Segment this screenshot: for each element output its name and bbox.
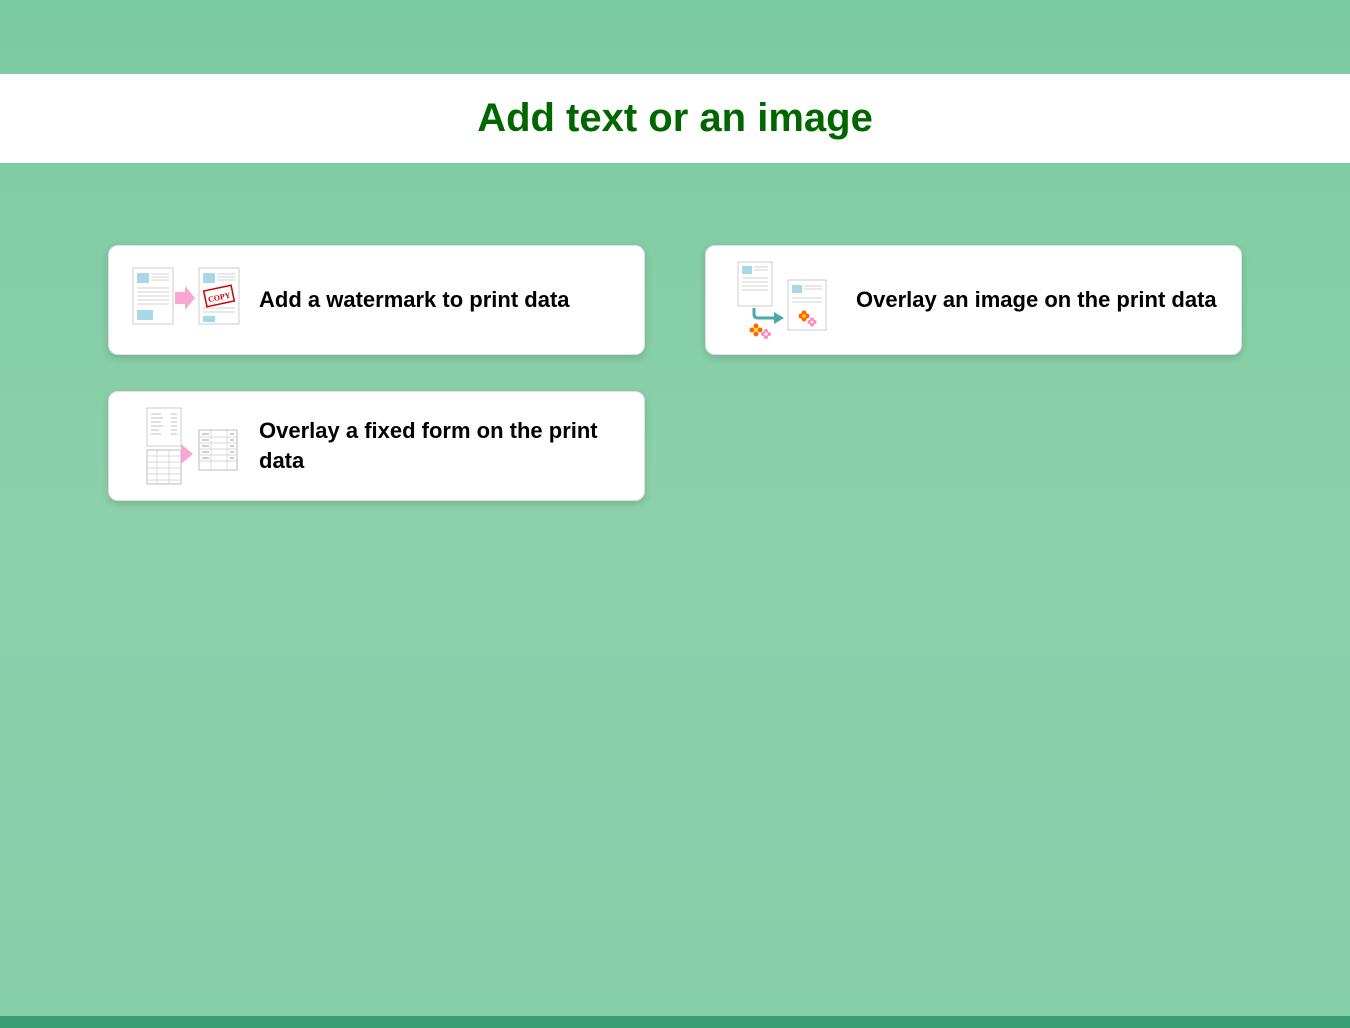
option-overlay-image-label: Overlay an image on the print data <box>856 285 1217 315</box>
option-overlay-form-label: Overlay a fixed form on the print data <box>259 416 626 475</box>
watermark-icon: COPY <box>127 260 247 340</box>
overlay-form-icon <box>127 406 247 486</box>
option-overlay-form[interactable]: Overlay a fixed form on the print data <box>108 391 645 501</box>
overlay-image-icon <box>724 260 844 340</box>
options-grid: COPY Add a watermark to print data <box>0 163 1350 501</box>
page-title: Add text or an image <box>0 96 1350 141</box>
option-watermark[interactable]: COPY Add a watermark to print data <box>108 245 645 355</box>
option-overlay-image[interactable]: Overlay an image on the print data <box>705 245 1242 355</box>
option-watermark-label: Add a watermark to print data <box>259 285 570 315</box>
footer-bar <box>0 1016 1350 1028</box>
header-band: Add text or an image <box>0 74 1350 163</box>
